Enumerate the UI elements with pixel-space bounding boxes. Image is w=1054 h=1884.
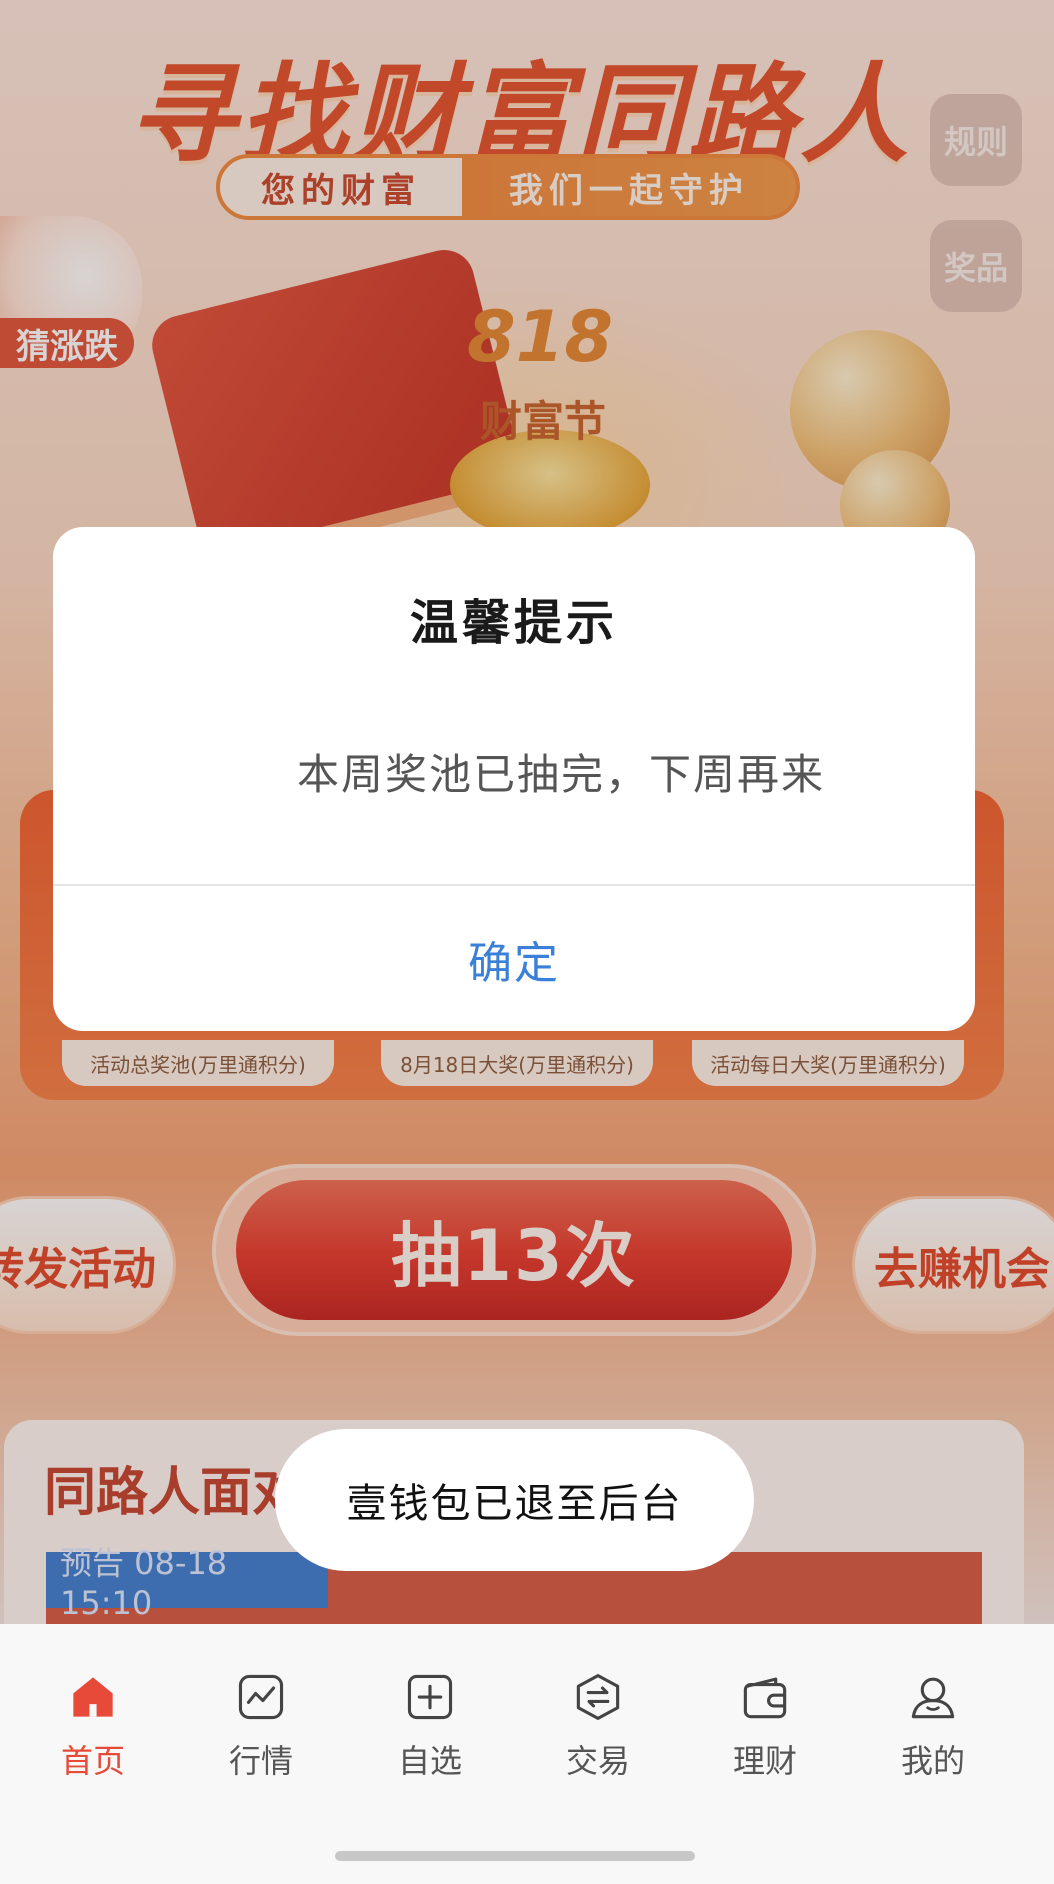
tab-trade[interactable]: 交易 <box>514 1672 682 1782</box>
home-indicator[interactable] <box>335 1851 695 1861</box>
confirm-button[interactable]: 确定 <box>53 886 975 1031</box>
tab-watchlist-label: 自选 <box>397 1742 462 1780</box>
alert-dialog: 温馨提示 本周奖池已抽完，下周再来 确定 <box>53 527 975 1031</box>
tab-me-label: 我的 <box>900 1742 965 1780</box>
exchange-icon <box>576 1674 620 1720</box>
chart-icon <box>238 1674 284 1720</box>
add-icon <box>407 1674 453 1720</box>
user-icon <box>911 1677 955 1719</box>
wallet-icon <box>743 1677 787 1719</box>
tab-wealth[interactable]: 理财 <box>681 1672 849 1782</box>
tab-watchlist[interactable]: 自选 <box>346 1672 514 1782</box>
tab-me[interactable]: 我的 <box>849 1672 1017 1782</box>
dialog-title: 温馨提示 <box>409 595 618 651</box>
tab-trade-label: 交易 <box>565 1742 630 1780</box>
tab-market-label: 行情 <box>228 1742 293 1780</box>
toast-message: 壹钱包已退至后台 <box>275 1429 754 1571</box>
tab-market[interactable]: 行情 <box>177 1672 345 1782</box>
tab-home-label: 首页 <box>60 1742 125 1780</box>
tab-wealth-label: 理财 <box>732 1742 797 1780</box>
dialog-message: 本周奖池已抽完，下周再来 <box>296 750 825 799</box>
home-icon <box>73 1677 113 1717</box>
tab-home[interactable]: 首页 <box>9 1672 177 1782</box>
